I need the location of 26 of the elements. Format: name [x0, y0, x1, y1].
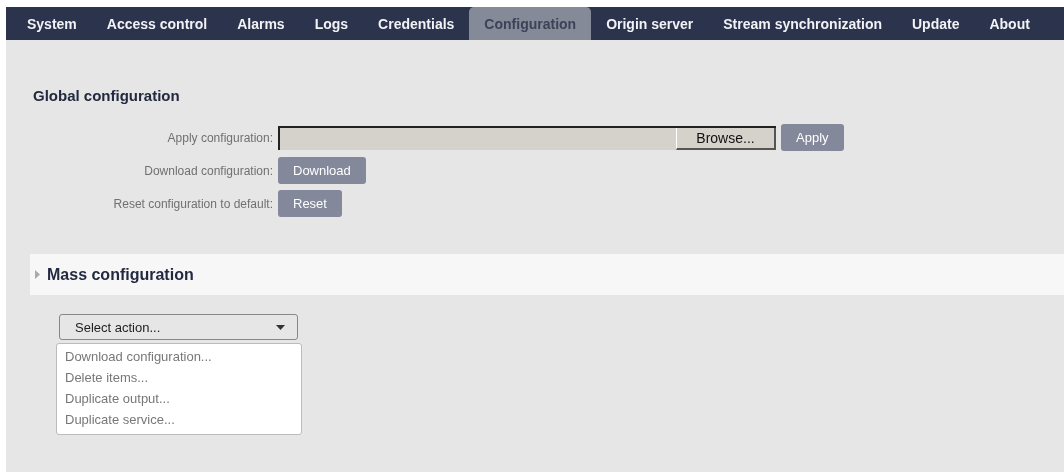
nav-tab[interactable]: Access control: [91, 7, 223, 40]
field-label: Apply configuration:: [167, 130, 273, 145]
nav-tab[interactable]: Stream synchronization: [708, 7, 897, 40]
caret-icon: [276, 324, 285, 330]
menu-item[interactable]: Duplicate service...: [57, 409, 175, 430]
section-title: Global configuration: [33, 87, 180, 104]
browse-button[interactable]: Browse...: [676, 127, 776, 150]
nav-tab[interactable]: Update: [897, 7, 975, 40]
field-label: Reset configuration to default:: [113, 196, 273, 211]
nav-tab[interactable]: Credentials: [363, 7, 470, 40]
action-button[interactable]: Apply: [781, 124, 844, 151]
menu-item[interactable]: Download configuration...: [57, 346, 212, 367]
action-button[interactable]: Download: [278, 157, 366, 184]
action-select[interactable]: Select action...: [59, 314, 298, 340]
nav-tab[interactable]: Alarms: [222, 7, 300, 40]
nav-tab[interactable]: System: [12, 7, 92, 40]
menu-item[interactable]: Duplicate output...: [57, 388, 170, 409]
nav-tab[interactable]: Origin server: [591, 7, 709, 40]
section-title: Mass configuration: [47, 265, 194, 284]
field-label: Download configuration:: [144, 163, 273, 178]
menu-item[interactable]: Delete items...: [57, 367, 149, 388]
file-input[interactable]: Browse...: [278, 125, 776, 150]
action-button[interactable]: Reset: [278, 190, 342, 217]
nav-tab[interactable]: About: [974, 7, 1045, 40]
nav-tab[interactable]: Logs: [299, 7, 364, 40]
triangle-right-icon[interactable]: [35, 270, 41, 279]
